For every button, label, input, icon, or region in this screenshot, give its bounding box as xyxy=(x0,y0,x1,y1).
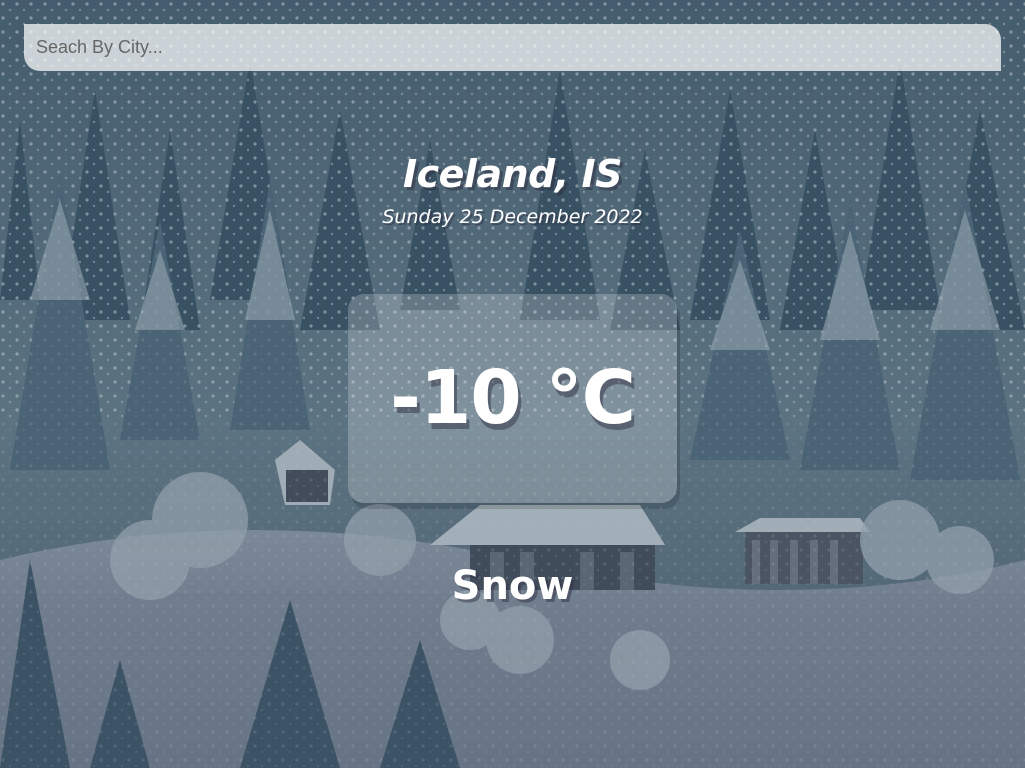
location-box: Iceland, IS Sunday 25 December 2022 xyxy=(0,152,1025,228)
temperature-card: -10 °C xyxy=(348,294,677,503)
weather-box: -10 °C Snow xyxy=(0,294,1025,609)
location-name: Iceland, IS xyxy=(402,152,623,196)
weather-condition: Snow xyxy=(451,563,574,609)
search-input[interactable] xyxy=(24,24,1001,71)
current-date: Sunday 25 December 2022 xyxy=(382,206,643,228)
